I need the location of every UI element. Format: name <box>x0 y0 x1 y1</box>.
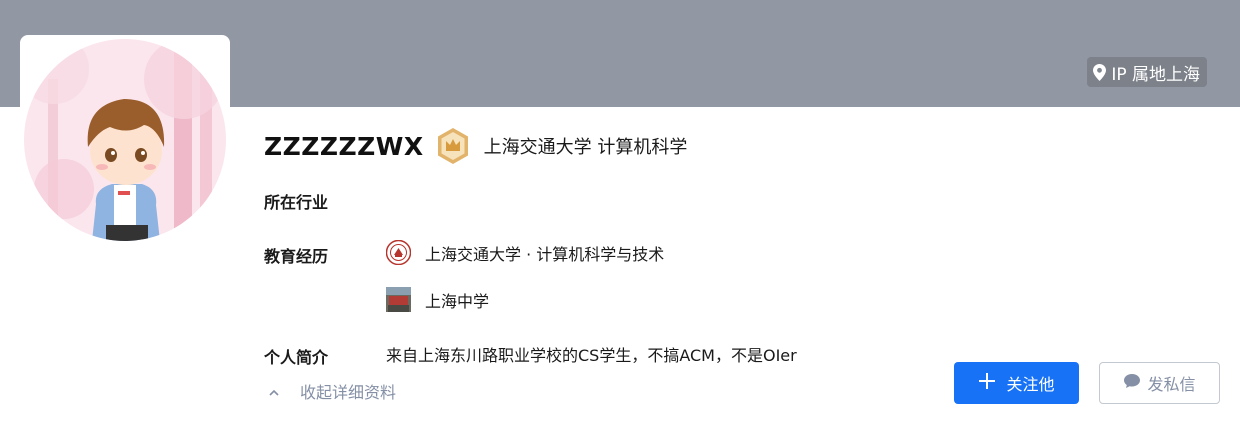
avatar[interactable] <box>24 39 226 241</box>
avatar-card <box>20 35 230 245</box>
education-item[interactable]: 上海中学 <box>386 287 489 312</box>
ip-location-badge: IP 属地上海 <box>1087 57 1207 87</box>
username: ZZZZZZWX <box>264 131 424 161</box>
follow-button[interactable]: 关注他 <box>954 362 1079 404</box>
school-building-icon <box>386 287 411 312</box>
education-school: 上海中学 <box>425 291 490 311</box>
chat-bubble-icon <box>1123 373 1141 393</box>
location-pin-icon <box>1093 63 1107 81</box>
education-label: 教育经历 <box>264 247 329 266</box>
education-school: 上海交通大学 · 计算机科学与技术 <box>425 244 665 264</box>
collapse-label: 收起详细资料 <box>300 383 397 402</box>
bio-label: 个人简介 <box>264 348 329 367</box>
collapse-details-button[interactable]: 收起详细资料 <box>268 379 396 403</box>
sjtu-seal-icon <box>385 239 412 266</box>
profile-name-row: ZZZZZZWX 上海交通大学 计算机科学 <box>264 127 687 165</box>
profile-headline: 上海交通大学 计算机科学 <box>483 137 688 158</box>
bio-text: 来自上海东川路职业学校的CS学生，不搞ACM，不是OIer <box>386 346 797 365</box>
message-label: 发私信 <box>1147 375 1196 394</box>
chevron-up-icon <box>268 382 280 401</box>
industry-label: 所在行业 <box>264 193 329 212</box>
plus-icon <box>978 372 996 394</box>
education-item[interactable]: 上海交通大学 · 计算机科学与技术 <box>385 239 665 266</box>
send-message-button[interactable]: 发私信 <box>1099 362 1220 404</box>
ip-location-text: IP 属地上海 <box>1111 64 1200 85</box>
crown-badge-icon[interactable] <box>436 127 470 165</box>
follow-label: 关注他 <box>1006 375 1055 394</box>
